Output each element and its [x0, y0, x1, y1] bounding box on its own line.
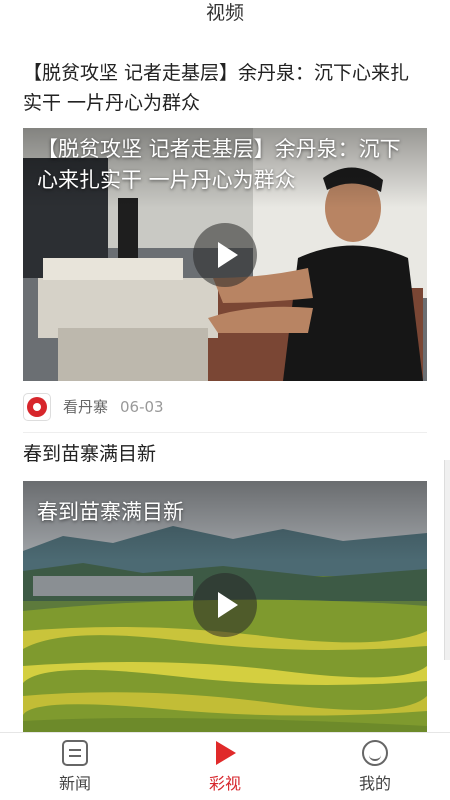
play-icon	[218, 241, 238, 268]
video-meta: 看丹寨 06-03	[23, 381, 427, 433]
top-bar: 视频	[0, 0, 450, 30]
video-title[interactable]: 春到苗寨满目新	[23, 433, 427, 481]
video-title[interactable]: 【脱贫攻坚 记者走基层】余丹泉：沉下心来扎实干 一片丹心为群众	[23, 40, 427, 128]
profile-icon	[362, 739, 388, 766]
tab-label: 彩视	[208, 773, 241, 793]
video-play-icon	[212, 740, 238, 766]
tab-label: 我的	[358, 773, 391, 793]
play-button[interactable]	[193, 222, 257, 287]
video-card[interactable]: 【脱贫攻坚 记者走基层】余丹泉：沉下心来扎实干 一片丹心为群众 【脱贫攻坚 记者…	[0, 40, 450, 433]
play-icon	[218, 592, 238, 618]
video-card[interactable]: 春到苗寨满目新 春到苗寨满目新	[0, 433, 450, 732]
tab-profile[interactable]: 我的	[300, 733, 450, 800]
source-logo-icon	[23, 392, 51, 421]
publish-date: 06-03	[120, 397, 164, 416]
video-overlay-title: 【脱贫攻坚 记者走基层】余丹泉：沉下心来扎实干 一片丹心为群众	[37, 137, 401, 192]
scrollbar[interactable]	[444, 460, 450, 660]
video-player[interactable]: 春到苗寨满目新	[23, 481, 427, 732]
play-button[interactable]	[193, 573, 257, 637]
source-name[interactable]: 看丹寨	[63, 396, 108, 417]
tab-video[interactable]: 彩视	[150, 733, 300, 800]
video-player[interactable]: 【脱贫攻坚 记者走基层】余丹泉：沉下心来扎实干 一片丹心为群众	[23, 128, 427, 381]
news-icon	[62, 739, 88, 766]
video-feed[interactable]: 【脱贫攻坚 记者走基层】余丹泉：沉下心来扎实干 一片丹心为群众 【脱贫攻坚 记者…	[0, 40, 450, 732]
page-title: 视频	[205, 2, 244, 24]
video-overlay-title: 春到苗寨满目新	[37, 500, 184, 524]
tab-news[interactable]: 新闻	[0, 733, 150, 800]
tab-label: 新闻	[58, 773, 91, 793]
bottom-navigation: 新闻 彩视 我的	[0, 732, 450, 800]
